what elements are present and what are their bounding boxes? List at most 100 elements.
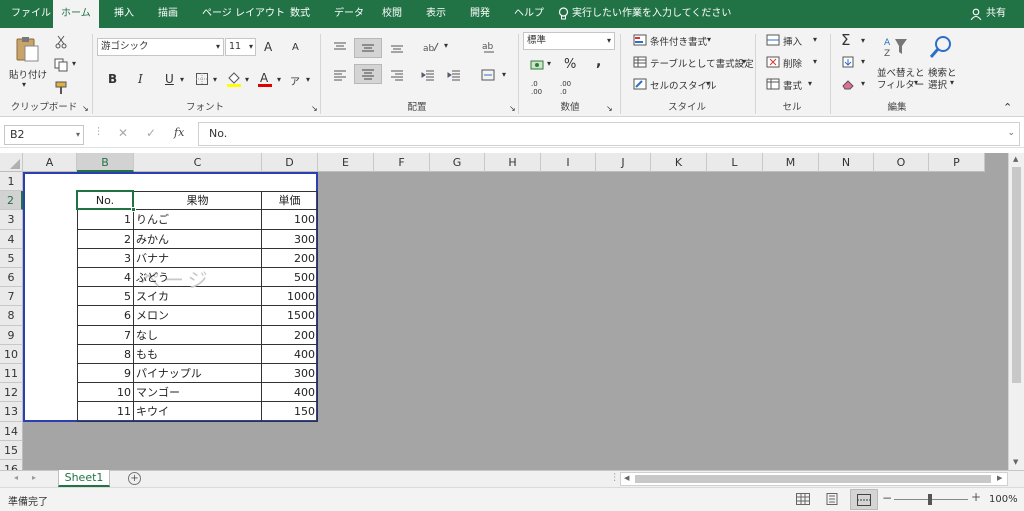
percent-button[interactable]: % [564, 57, 576, 72]
formula-input[interactable]: No. ⌄ [198, 122, 1020, 146]
tab-view[interactable]: 表示 [426, 0, 446, 28]
cell-fruit[interactable]: なし [136, 326, 259, 345]
decrease-decimal-button[interactable]: .00 .0 [560, 80, 578, 96]
row-header-10[interactable]: 10 [0, 344, 23, 364]
cell-fruit[interactable]: りんご [136, 210, 259, 229]
fill-handle[interactable] [131, 207, 136, 213]
fill-dropdown-icon[interactable]: ▾ [861, 57, 865, 66]
underline-dropdown-icon[interactable]: ▾ [180, 75, 184, 84]
row-header-6[interactable]: 6 [0, 268, 23, 288]
currency-icon[interactable] [528, 57, 546, 73]
prev-sheet-icon[interactable]: ◂ [14, 473, 18, 482]
cell-price[interactable]: 300 [264, 230, 315, 249]
autosum-dropdown-icon[interactable]: ▾ [861, 36, 865, 45]
grow-font-icon[interactable]: A [264, 40, 272, 54]
merge-dropdown-icon[interactable]: ▾ [502, 70, 506, 79]
column-header-c[interactable]: C [134, 153, 262, 172]
cell-no[interactable]: 9 [79, 364, 131, 383]
row-header-3[interactable]: 3 [0, 210, 23, 230]
font-size-select[interactable]: 11 ▾ [225, 38, 256, 56]
cell-no[interactable]: 10 [79, 383, 131, 402]
tell-me-search[interactable]: 実行したい作業を入力してください [572, 0, 731, 28]
cell-fruit[interactable]: ぶどう [136, 268, 259, 287]
scroll-right-icon[interactable]: ▶ [997, 474, 1002, 482]
copy-dropdown-icon[interactable]: ▾ [72, 59, 76, 68]
align-right-icon[interactable] [387, 66, 407, 84]
font-name-select[interactable]: 游ゴシック ▾ [97, 38, 224, 56]
conditional-format-icon[interactable] [632, 33, 648, 47]
cell-styles-icon[interactable] [632, 77, 648, 91]
insert-cells-icon[interactable] [766, 33, 780, 47]
scroll-up-icon[interactable]: ▲ [1013, 155, 1018, 163]
active-cell-selection[interactable] [76, 190, 134, 211]
cell-fruit[interactable]: マンゴー [136, 383, 259, 402]
format-as-table-button[interactable]: テーブルとして書式設定 [650, 56, 754, 70]
copy-icon[interactable] [53, 57, 69, 73]
column-header-a[interactable]: A [23, 153, 77, 172]
fill-color-dropdown-icon[interactable]: ▾ [245, 75, 249, 84]
cell-styles-dropdown-icon[interactable]: ▾ [706, 79, 710, 88]
horizontal-scrollbar[interactable]: ◀ ▶ [620, 472, 1008, 486]
cell-price[interactable]: 500 [264, 268, 315, 287]
find-select-icon[interactable] [928, 33, 954, 61]
row-header-13[interactable]: 13 [0, 402, 23, 422]
delete-cells-button[interactable]: 削除 [783, 56, 802, 70]
column-header-o[interactable]: O [874, 153, 929, 172]
cell-price[interactable]: 1000 [264, 287, 315, 306]
tab-help[interactable]: ヘルプ [514, 0, 544, 28]
scrollbar-thumb[interactable] [1012, 167, 1021, 383]
paste-icon[interactable] [12, 34, 42, 64]
merge-center-icon[interactable] [478, 66, 498, 84]
name-box[interactable]: B2 ▾ [4, 125, 84, 145]
page-break-view-icon[interactable] [850, 489, 878, 510]
comma-button[interactable]: , [596, 54, 601, 70]
row-header-16[interactable]: 16 [0, 460, 23, 470]
table-header-cell[interactable]: 果物 [136, 191, 259, 210]
column-header-n[interactable]: N [819, 153, 874, 172]
cell-no[interactable]: 2 [79, 230, 131, 249]
cell-price[interactable]: 1500 [264, 306, 315, 325]
cell-fruit[interactable]: パイナップル [136, 364, 259, 383]
row-header-12[interactable]: 12 [0, 383, 23, 403]
scroll-down-icon[interactable]: ▼ [1013, 458, 1018, 466]
page-layout-view-icon[interactable] [823, 491, 841, 507]
tab-file[interactable]: ファイル [11, 0, 51, 28]
format-dropdown-icon[interactable]: ▾ [808, 79, 812, 88]
cell-no[interactable]: 8 [79, 345, 131, 364]
insert-dropdown-icon[interactable]: ▾ [813, 35, 817, 44]
fill-color-icon[interactable] [226, 70, 242, 88]
row-header-15[interactable]: 15 [0, 440, 23, 460]
orientation-dropdown-icon[interactable]: ▾ [444, 41, 448, 50]
row-header-14[interactable]: 14 [0, 421, 23, 441]
autosum-icon[interactable]: Σ [841, 31, 850, 49]
cell-fruit[interactable]: メロン [136, 306, 259, 325]
zoom-level[interactable]: 100% [989, 494, 1018, 505]
column-header-p[interactable]: P [929, 153, 985, 172]
paste-label[interactable]: 貼り付け [9, 67, 47, 81]
number-format-select[interactable]: 標準 ▾ [523, 32, 615, 50]
underline-button[interactable]: U [165, 72, 174, 86]
horizontal-scrollbar-thumb[interactable] [635, 475, 991, 483]
wrap-text-icon[interactable]: ab [480, 38, 498, 56]
column-header-i[interactable]: I [541, 153, 596, 172]
collapse-ribbon-icon[interactable]: ⌃ [1003, 101, 1012, 114]
format-painter-icon[interactable] [53, 80, 69, 96]
find-select-label-2[interactable]: 選択 [928, 77, 947, 91]
zoom-in-button[interactable]: + [971, 490, 981, 504]
column-header-g[interactable]: G [430, 153, 485, 172]
currency-dropdown-icon[interactable]: ▾ [547, 59, 551, 68]
number-launcher-icon[interactable]: ↘ [606, 104, 613, 113]
align-left-icon[interactable] [330, 66, 350, 84]
clear-eraser-icon[interactable] [841, 77, 855, 91]
column-header-e[interactable]: E [318, 153, 374, 172]
cut-icon[interactable] [53, 34, 69, 50]
table-header-cell[interactable]: 単価 [264, 191, 315, 210]
align-middle-icon[interactable] [354, 38, 382, 58]
normal-view-icon[interactable] [794, 491, 812, 507]
column-header-f[interactable]: F [374, 153, 430, 172]
insert-cells-button[interactable]: 挿入 [783, 34, 802, 48]
tab-data[interactable]: データ [334, 0, 364, 28]
font-color-dropdown-icon[interactable]: ▾ [277, 75, 281, 84]
delete-cells-icon[interactable] [766, 55, 780, 69]
format-cells-button[interactable]: 書式 [783, 78, 802, 92]
